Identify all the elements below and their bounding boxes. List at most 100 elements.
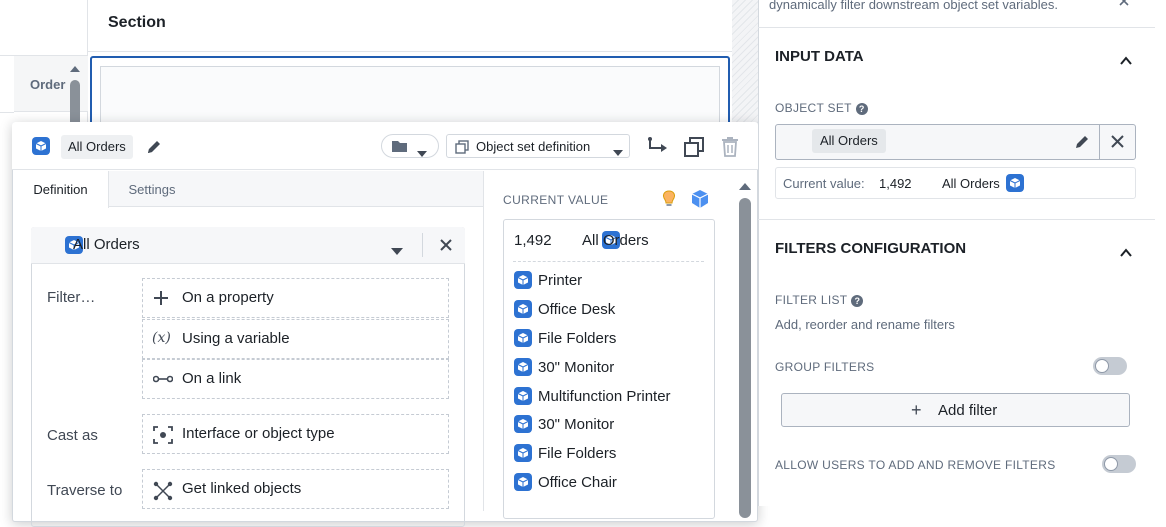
list-item[interactable]: 30" Monitor	[514, 357, 615, 376]
list-item-label: 30" Monitor	[538, 416, 615, 433]
list-item-label: File Folders	[538, 330, 617, 347]
current-value-label: Current value:	[783, 176, 865, 191]
object-cube-icon	[514, 386, 532, 405]
input-data-heading[interactable]: INPUT DATA	[775, 48, 864, 65]
link-icon	[152, 371, 174, 389]
scrollbar-thumb[interactable]	[739, 198, 751, 518]
allow-users-toggle[interactable]	[1102, 455, 1136, 473]
chevron-up-icon[interactable]	[1119, 52, 1133, 68]
object-cube-icon	[1005, 174, 1024, 193]
current-value-count: 1,492	[879, 176, 912, 191]
help-icon[interactable]: ?	[851, 295, 864, 307]
row-divider	[0, 112, 14, 113]
list-item[interactable]: Multifunction Printer	[514, 386, 671, 405]
pencil-icon[interactable]	[1073, 133, 1091, 154]
caret-down-icon[interactable]	[391, 242, 403, 258]
object-type-icon[interactable]	[690, 189, 710, 212]
list-item[interactable]: Printer	[514, 270, 583, 289]
column-divider	[483, 171, 484, 511]
folder-icon	[391, 139, 409, 156]
caret-down-icon	[417, 144, 427, 160]
section-header	[88, 0, 732, 52]
list-item-label: File Folders	[538, 445, 617, 462]
copy-icon[interactable]	[683, 136, 705, 161]
traverse-to-label: Traverse to	[47, 482, 123, 499]
object-set-name[interactable]: All Orders	[61, 135, 133, 159]
add-filter-button[interactable]: + Add filter	[781, 393, 1130, 427]
object-cube-icon	[514, 472, 532, 491]
scroll-up-icon[interactable]	[738, 178, 752, 194]
pencil-icon[interactable]	[145, 138, 163, 159]
focus-icon	[153, 426, 173, 444]
tab-definition[interactable]: Definition	[13, 171, 109, 208]
panel-description: dynamically filter downstream object set…	[769, 0, 1059, 12]
chevron-up-icon[interactable]	[1119, 244, 1133, 260]
filter-list-description: Add, reorder and rename filters	[775, 317, 955, 332]
duplicate-icon	[455, 140, 469, 157]
list-item-label: Printer	[538, 272, 583, 289]
current-value-name: All Orders	[942, 176, 1000, 191]
option-label: Get linked objects	[182, 480, 302, 497]
list-item[interactable]: 30" Monitor	[514, 414, 615, 433]
object-cube-icon	[514, 328, 532, 347]
option-label: On a property	[182, 289, 274, 306]
current-value-count: 1,492	[514, 232, 552, 249]
filter-on-property-option[interactable]: On a property	[142, 278, 449, 318]
help-icon[interactable]: ?	[855, 103, 868, 115]
list-item[interactable]: File Folders	[514, 328, 617, 347]
list-item[interactable]: Office Chair	[514, 472, 617, 491]
folder-dropdown-button[interactable]	[381, 134, 439, 158]
close-icon[interactable]	[439, 238, 453, 255]
divider	[422, 233, 423, 257]
close-icon[interactable]	[1118, 0, 1132, 10]
object-cube-icon	[32, 137, 50, 156]
caret-down-icon	[613, 144, 623, 159]
row-divider	[0, 55, 14, 56]
object-set-chip[interactable]: All Orders	[812, 129, 886, 153]
divider	[513, 261, 704, 262]
traverse-to-option[interactable]: Get linked objects	[142, 469, 449, 509]
variable-icon: (x)	[152, 330, 171, 346]
tab-settings[interactable]: Settings	[110, 171, 194, 207]
filters-configuration-heading[interactable]: FILTERS CONFIGURATION	[775, 240, 966, 257]
graph-icon	[153, 481, 173, 501]
list-item-label: 30" Monitor	[538, 359, 615, 376]
option-label: Using a variable	[182, 330, 290, 347]
object-cube-icon	[514, 299, 532, 318]
current-value-name: All Orders	[582, 232, 649, 249]
clear-icon[interactable]	[1110, 134, 1125, 152]
cast-as-label: Cast as	[47, 427, 98, 444]
route-icon[interactable]	[647, 136, 669, 161]
object-set-definition-label: Object set definition	[476, 139, 591, 154]
filter-label: Filter…	[47, 289, 96, 306]
object-set-definition-dropdown[interactable]: Object set definition	[446, 134, 630, 158]
object-cube-icon	[514, 357, 532, 376]
cast-as-option[interactable]: Interface or object type	[142, 414, 449, 454]
object-cube-icon	[514, 414, 532, 433]
order-column-label: Order	[30, 77, 66, 92]
filter-on-link-option[interactable]: On a link	[142, 359, 449, 399]
plus-icon: +	[911, 400, 922, 420]
filter-list-label: FILTER LIST?	[775, 293, 864, 307]
object-type-name: All Orders	[73, 236, 140, 253]
current-value-label: CURRENT VALUE	[503, 193, 609, 207]
divider	[758, 219, 1155, 220]
allow-users-label: ALLOW USERS TO ADD AND REMOVE FILTERS	[775, 458, 1056, 472]
section-title: Section	[108, 14, 166, 31]
trash-icon[interactable]	[720, 136, 740, 161]
divider	[1099, 125, 1100, 159]
divider	[758, 27, 1155, 28]
scroll-up-icon[interactable]	[69, 60, 81, 76]
group-filters-label: GROUP FILTERS	[775, 360, 875, 374]
object-cube-icon	[514, 270, 532, 289]
option-label: On a link	[182, 370, 242, 387]
list-item-label: Multifunction Printer	[538, 388, 671, 405]
toggle-knob	[1104, 457, 1118, 471]
filter-using-variable-option[interactable]: (x) Using a variable	[142, 319, 449, 359]
lightbulb-icon[interactable]	[661, 190, 677, 211]
option-label: Interface or object type	[182, 425, 335, 442]
list-item[interactable]: File Folders	[514, 443, 617, 462]
list-item[interactable]: Office Desk	[514, 299, 615, 318]
object-cube-icon	[514, 443, 532, 462]
group-filters-toggle[interactable]	[1093, 357, 1127, 375]
